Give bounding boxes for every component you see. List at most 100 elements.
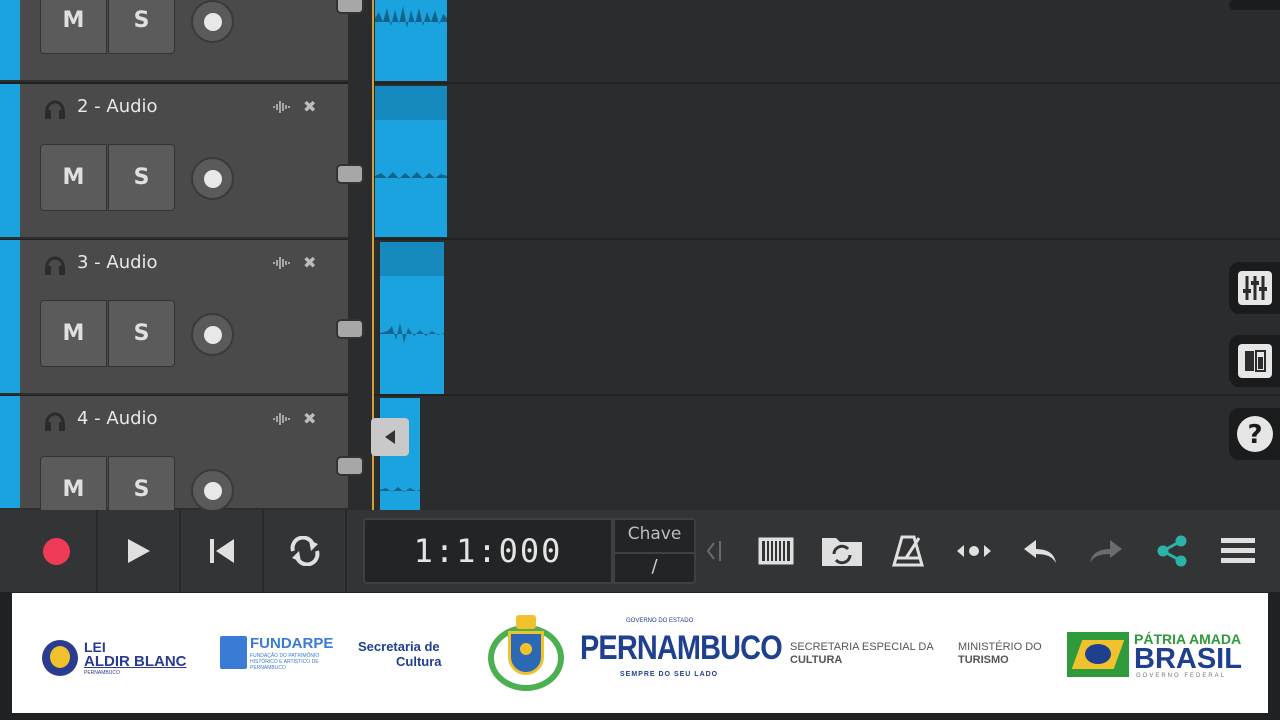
timeline-area[interactable] — [372, 0, 1280, 510]
record-button[interactable] — [16, 510, 98, 592]
record-arm-dot — [203, 12, 222, 31]
undo-icon — [1024, 540, 1056, 563]
waveform-icon[interactable] — [272, 100, 292, 114]
solo-button[interactable]: S — [108, 0, 175, 54]
key-separator — [615, 552, 694, 554]
metronome-button[interactable] — [888, 531, 928, 571]
loop-button[interactable] — [265, 510, 347, 592]
record-arm-button[interactable] — [191, 157, 234, 200]
track-1: M S — [0, 0, 348, 82]
pernambuco-text: PERNAMBUCO — [580, 629, 783, 667]
waveform-icon[interactable] — [272, 412, 292, 426]
hamburger-menu-icon — [1221, 538, 1255, 563]
solo-button[interactable]: S — [108, 300, 175, 367]
record-arm-dot — [203, 169, 222, 188]
key-value: / — [651, 556, 658, 577]
track-name[interactable]: 4 - Audio — [77, 408, 158, 429]
track-3: 3 - Audio ✖ M S — [0, 240, 348, 395]
close-icon[interactable]: ✖ — [303, 97, 316, 116]
mixer-button[interactable] — [1229, 262, 1280, 314]
audio-clip[interactable] — [380, 242, 444, 394]
skip-to-start-icon — [210, 539, 234, 563]
skip-to-start-button[interactable] — [182, 510, 264, 592]
volume-handle[interactable] — [336, 164, 364, 184]
headphone-lock-icon[interactable] — [42, 252, 68, 278]
undo-button[interactable] — [1020, 531, 1060, 571]
record-icon — [42, 537, 70, 565]
play-button[interactable] — [99, 510, 181, 592]
mute-button[interactable]: M — [40, 144, 107, 211]
nudge-icon — [706, 541, 721, 561]
fundarpe-text: FUNDARPE — [250, 635, 334, 652]
lane-separator — [372, 82, 1280, 84]
waveform-icon[interactable] — [272, 256, 292, 270]
headphone-lock-icon[interactable] — [42, 96, 68, 122]
track-2: 2 - Audio ✖ M S — [0, 84, 348, 239]
side-button-top[interactable] — [1229, 0, 1280, 10]
sempre-text: SEMPRE DO SEU LADO — [620, 671, 719, 678]
record-arm-dot — [203, 481, 222, 500]
track-name[interactable]: 2 - Audio — [77, 96, 158, 117]
sponsor-banner: LEI ALDIR BLANC PERNAMBUCO FUNDARPE FUND… — [12, 593, 1268, 713]
track-color-stripe — [0, 0, 20, 80]
nudge-left-button[interactable] — [702, 531, 730, 571]
pernambuco-coat-of-arms — [484, 611, 568, 695]
mute-button[interactable]: M — [40, 0, 107, 54]
fundarpe-sub: FUNDAÇÃO DO PATRIMÔNIO HISTÓRICO E ARTÍS… — [250, 653, 320, 671]
cultura-text: Cultura — [396, 654, 442, 669]
loop-icon — [290, 536, 320, 566]
menu-button[interactable] — [1218, 531, 1258, 571]
piano-keyboard-icon — [758, 537, 794, 565]
audio-clip[interactable] — [375, 0, 447, 81]
headphone-lock-icon[interactable] — [42, 408, 68, 434]
redo-icon — [1090, 540, 1122, 563]
chevron-left-icon — [385, 430, 395, 444]
app-root: M S 2 - Audio ✖ M S 3 - Audio ✖ M S 4 - … — [0, 0, 1280, 720]
clip-header — [380, 242, 444, 276]
help-button[interactable]: ? — [1229, 408, 1280, 460]
sync-folder-button[interactable] — [820, 531, 864, 571]
solo-button[interactable]: S — [108, 144, 175, 211]
close-icon[interactable]: ✖ — [303, 409, 316, 428]
panel-button[interactable] — [1229, 335, 1280, 387]
panel-icon — [1237, 344, 1272, 378]
nudge-button[interactable] — [954, 531, 994, 571]
aldir-blanc-text: ALDIR BLANC — [84, 653, 187, 670]
volume-handle[interactable] — [336, 319, 364, 339]
share-button[interactable] — [1152, 531, 1192, 571]
sec-cultura-text: CULTURA — [790, 654, 843, 666]
key-selector[interactable]: Chave / — [613, 518, 696, 584]
aldir-blanc-sub: PERNAMBUCO — [84, 670, 120, 676]
close-icon[interactable]: ✖ — [303, 253, 316, 272]
volume-handle[interactable] — [336, 0, 364, 14]
key-label: Chave — [627, 524, 682, 544]
metronome-icon — [892, 535, 924, 567]
redo-button[interactable] — [1086, 531, 1126, 571]
record-arm-button[interactable] — [191, 0, 234, 43]
clip-waveform — [380, 323, 444, 343]
clip-waveform — [380, 487, 420, 492]
share-icon — [1157, 535, 1187, 567]
track-color-stripe — [0, 396, 20, 508]
fundarpe-logo — [220, 636, 247, 669]
clip-header — [375, 86, 447, 120]
track-4: 4 - Audio ✖ M S — [0, 396, 348, 523]
record-arm-button[interactable] — [191, 469, 234, 512]
clip-waveform — [375, 6, 447, 28]
lane-separator — [372, 394, 1280, 396]
piano-button[interactable] — [756, 531, 796, 571]
track-name[interactable]: 3 - Audio — [77, 252, 158, 273]
lane-separator — [372, 238, 1280, 240]
ministerio-text: MINISTÉRIO DO — [958, 641, 1042, 653]
track-divider — [348, 0, 372, 510]
audio-clip[interactable] — [375, 86, 447, 237]
track-color-stripe — [0, 84, 20, 237]
governo-estado-text: GOVERNO DO ESTADO — [626, 618, 694, 624]
volume-handle[interactable] — [336, 456, 364, 476]
record-arm-button[interactable] — [191, 313, 234, 356]
collapse-panel-button[interactable] — [371, 418, 409, 456]
sync-folder-icon — [822, 538, 862, 566]
position-display[interactable]: 1:1:000 — [363, 518, 613, 584]
help-icon: ? — [1236, 416, 1273, 452]
mute-button[interactable]: M — [40, 300, 107, 367]
